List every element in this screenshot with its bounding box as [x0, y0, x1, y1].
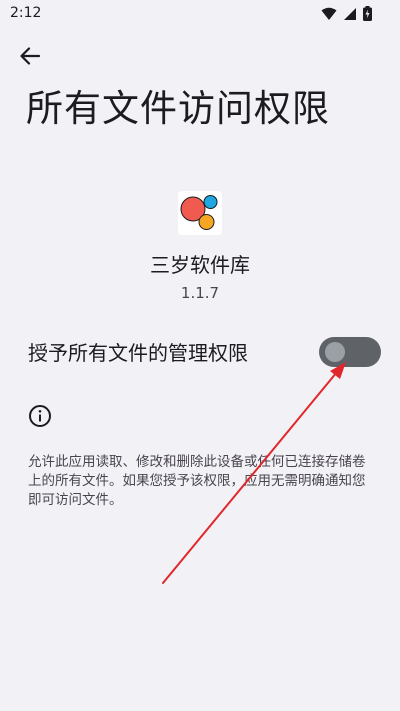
- status-icons: [321, 6, 372, 25]
- signal-icon: [343, 6, 357, 25]
- permission-description: 允许此应用读取、修改和删除此设备或任何已连接存储卷上的所有文件。如果您授予该权限…: [28, 454, 366, 508]
- status-bar: 2:12: [0, 0, 400, 28]
- wifi-icon: [321, 6, 337, 25]
- switch-thumb: [325, 342, 345, 362]
- app-version: 1.1.7: [180, 284, 220, 302]
- app-logo-icon: [178, 191, 222, 235]
- page-title: 所有文件访问权限: [26, 87, 330, 130]
- back-button[interactable]: [14, 44, 46, 72]
- arrow-back-icon: [19, 45, 41, 71]
- toggle-label: 授予所有文件的管理权限: [28, 341, 248, 365]
- app-name: 三岁软件库: [150, 253, 250, 277]
- info-icon: [28, 404, 52, 428]
- all-files-access-switch[interactable]: [319, 337, 381, 367]
- all-files-access-toggle-row[interactable]: 授予所有文件的管理权限: [0, 330, 400, 376]
- battery-charging-icon: [363, 6, 372, 25]
- status-time: 2:12: [10, 5, 42, 21]
